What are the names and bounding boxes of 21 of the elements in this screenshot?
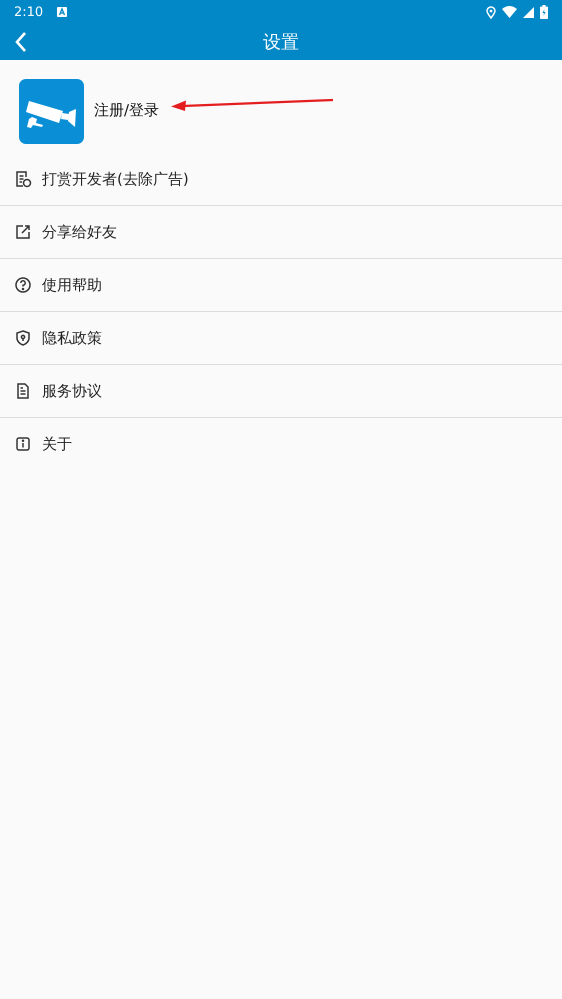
screen-title: 设置 — [263, 31, 299, 54]
shield-icon — [14, 329, 32, 347]
back-icon[interactable] — [14, 31, 28, 53]
location-icon — [486, 6, 496, 18]
receipt-icon — [14, 170, 32, 188]
menu-item[interactable]: 服务协议 — [0, 365, 562, 418]
status-time: 2:10 — [14, 4, 44, 20]
notification-icon — [57, 7, 68, 17]
menu-item[interactable]: 使用帮助 — [0, 259, 562, 312]
menu-item[interactable]: 隐私政策 — [0, 312, 562, 365]
wifi-icon — [502, 6, 517, 18]
help-icon — [14, 276, 32, 294]
signal-icon — [523, 6, 534, 18]
menu-item[interactable]: 关于 — [0, 418, 562, 470]
battery-icon — [540, 5, 548, 19]
menu-item[interactable]: 分享给好友 — [0, 206, 562, 259]
login-link[interactable]: 注册/登录 — [94, 100, 160, 120]
camera-icon — [19, 79, 84, 144]
info-icon — [14, 435, 32, 453]
menu-item[interactable]: 打赏开发者(去除广告) — [0, 153, 562, 206]
share-icon — [14, 223, 32, 241]
